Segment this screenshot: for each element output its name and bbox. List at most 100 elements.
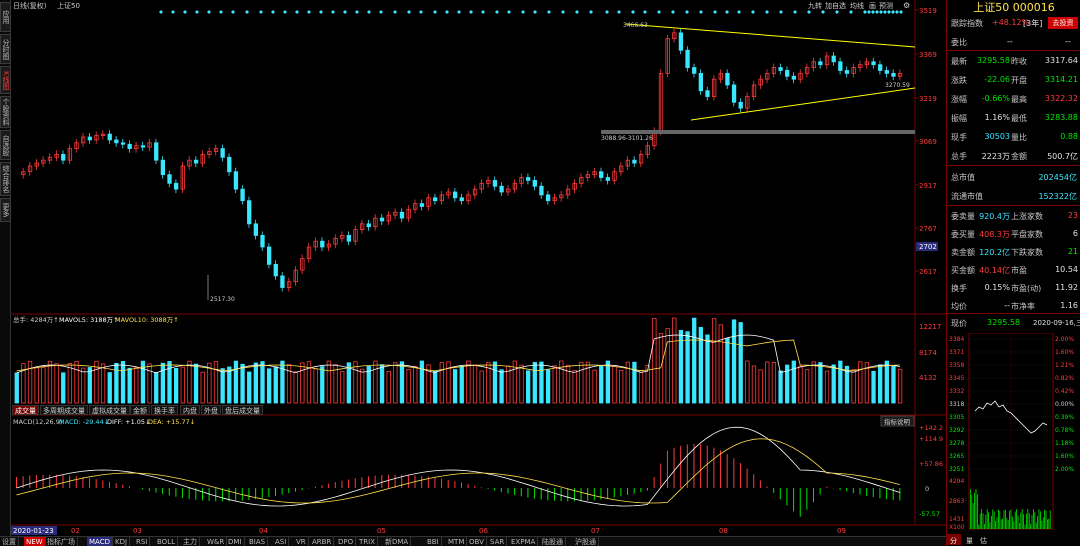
date-label-start: 2020-01-23 <box>13 527 54 535</box>
event-markers[interactable] <box>159 10 903 14</box>
quote-value: 500.7亿 <box>1047 152 1078 161</box>
mini-intraday-chart[interactable]: 3384 2.00% 3371 1.60% 3358 1.21% 3345 0.82% 3332… <box>947 333 1080 546</box>
quote-value: -0.66% <box>981 94 1010 103</box>
macd-dea: DEA: +15.77↓ <box>148 418 195 426</box>
order-label: 换手 <box>951 284 967 293</box>
quote-value: 3322.32 <box>1044 94 1078 103</box>
left-tab-intraday[interactable]: 分时图 <box>0 34 11 64</box>
left-tab-watchlist[interactable]: 自选股 <box>0 130 11 160</box>
indicator-tab[interactable]: MACD <box>87 537 113 546</box>
order-label: 委卖量 <box>951 212 975 221</box>
order-label: 卖金额 <box>951 248 975 257</box>
quote-label: 量比 <box>1011 133 1027 142</box>
indicator-tab[interactable]: KDJ <box>113 537 131 546</box>
order-value: 920.4万 <box>979 212 1010 221</box>
date-label-mar: 03 <box>133 527 142 535</box>
indicator-tab[interactable]: 沪股通 <box>573 537 599 546</box>
quote-row: 振幅 1.16% 最低 3283.88 <box>947 109 1080 128</box>
vol-tab-turnover[interactable]: 换手率 <box>151 405 178 415</box>
left-tab-kline[interactable]: K线图 <box>0 66 11 94</box>
indicator-tab[interactable]: 主力 <box>181 537 200 546</box>
indicator-tab[interactable]: SAR <box>488 537 508 546</box>
order-value: 40.14亿 <box>979 266 1010 275</box>
quote-label: 涨跌 <box>951 76 967 85</box>
indicator-tab[interactable]: RSI <box>134 537 151 546</box>
quote-label: 最新 <box>951 57 967 66</box>
quote-row: 涨幅 -0.66% 最高 3322.32 <box>947 90 1080 109</box>
toolbar-ma[interactable]: 均线 <box>850 1 864 10</box>
settings-icon[interactable]: ⚙ <box>903 1 910 10</box>
mini-vol-tick: 1431 <box>949 516 964 523</box>
mini-tab-valuation[interactable]: 估 <box>980 536 987 545</box>
toolbar-add-watch[interactable]: 加自选 <box>825 1 846 10</box>
indicator-tab[interactable]: 新DMA <box>383 537 412 546</box>
indicator-tab[interactable]: W&R <box>205 537 228 546</box>
indicator-tab[interactable]: DMI <box>226 537 245 546</box>
quote-label: 涨幅 <box>951 95 967 104</box>
indicator-tab[interactable]: TRIX <box>357 537 378 546</box>
order-value: 21 <box>1067 247 1078 256</box>
left-tab-profile[interactable]: 个股资料 <box>0 96 11 128</box>
indicator-tab[interactable]: BBI <box>425 537 442 546</box>
left-tab-ranking[interactable]: 综合排名 <box>0 162 11 196</box>
indicator-tab[interactable]: VR <box>294 537 309 546</box>
macd-help-label[interactable]: 指标说明 <box>884 417 911 426</box>
low-annotation: 2517.30 <box>210 296 235 303</box>
vol-tab-afterhours[interactable]: 盘后成交量 <box>222 405 263 415</box>
macd-dea-line <box>16 438 900 504</box>
indicator-tab[interactable]: DPO <box>336 537 357 546</box>
kline-chart[interactable]: 日线(复权) 上证50 九转 加自选 均线 画 预测 ⚙ 3519 3369 3… <box>11 0 946 536</box>
toolbar-forecast[interactable]: 预测 <box>879 1 893 10</box>
indicator-tab[interactable]: BIAS <box>247 537 269 546</box>
vol-tab-amount[interactable]: 金额 <box>130 405 150 415</box>
mktcap-value: 202454亿 <box>1038 173 1077 182</box>
support-band <box>601 130 915 134</box>
indicator-tab[interactable]: EXPMA <box>509 537 539 546</box>
vol-tab-volume[interactable]: 成交量 <box>12 405 39 415</box>
vol-tab-virtual[interactable]: 虚拟成交量 <box>89 405 130 415</box>
candlesticks <box>21 28 903 292</box>
quote-row: 总手 2223万 金额 500.7亿 <box>947 147 1080 166</box>
quote-value: 1.16% <box>984 113 1010 122</box>
indicator-tab[interactable]: BOLL <box>155 537 178 546</box>
price-axis: 3519 3369 3219 3069 2917 2767 2702 2617 <box>916 7 938 276</box>
float-label: 流通市值 <box>951 192 983 201</box>
mini-tab-minute-label[interactable]: 分 <box>950 536 957 545</box>
quote-value: 3283.88 <box>1044 113 1078 122</box>
vol-tab-outer[interactable]: 外盘 <box>201 405 221 415</box>
high-annotation: 3466.63 <box>623 22 648 29</box>
order-label: 上涨家数 <box>1011 212 1043 221</box>
mini-right-tick: 1.60% <box>1055 453 1074 460</box>
mini-right-tick: 0.42% <box>1055 388 1074 395</box>
date-label-apr: 04 <box>259 527 268 535</box>
panel-title: 上证50 000016 <box>973 1 1055 14</box>
quote-value: 3314.21 <box>1044 75 1078 84</box>
indicator-tab[interactable]: MTM <box>446 537 468 546</box>
toolbar-draw[interactable]: 画 <box>869 2 876 10</box>
volume-total: 总手: 4284万↑ <box>13 315 59 324</box>
order-label: 平盘家数 <box>1011 230 1043 239</box>
indicator-tab[interactable]: 陆股通 <box>540 537 566 546</box>
order-label: 市盈(动) <box>1011 284 1042 293</box>
date-label-feb: 02 <box>71 527 80 535</box>
mini-left-tick: 3371 <box>949 349 964 356</box>
toolbar-nine-turn[interactable]: 九转 <box>808 1 822 10</box>
weibi-label: 委比 <box>951 38 967 47</box>
mini-tab-volume[interactable]: 量 <box>966 537 973 545</box>
indicator-tab[interactable]: ARBR <box>310 537 335 546</box>
indicator-tab[interactable]: NEW <box>24 537 46 546</box>
float-row: 流通市值 152322亿 <box>947 187 1080 206</box>
invest-button[interactable]: 去投资 <box>1048 17 1078 29</box>
indicator-tab[interactable]: 设置 <box>0 537 19 546</box>
svg-text:3219: 3219 <box>919 95 937 103</box>
vol-tab-multi[interactable]: 多周期成交量 <box>40 405 88 415</box>
indicator-tab[interactable]: OBV <box>467 537 487 546</box>
svg-text:3069: 3069 <box>919 138 937 146</box>
left-tab-app[interactable]: 应用 <box>0 2 11 32</box>
left-tab-more[interactable]: 更多 <box>0 198 11 222</box>
svg-text:3369: 3369 <box>919 51 937 59</box>
vol-tab-inner[interactable]: 内盘 <box>180 405 200 415</box>
indicator-tab[interactable]: ASI <box>273 537 290 546</box>
macd-axis-1: +142.2 <box>919 424 943 432</box>
indicator-tab[interactable]: 指标广场 <box>45 537 78 546</box>
